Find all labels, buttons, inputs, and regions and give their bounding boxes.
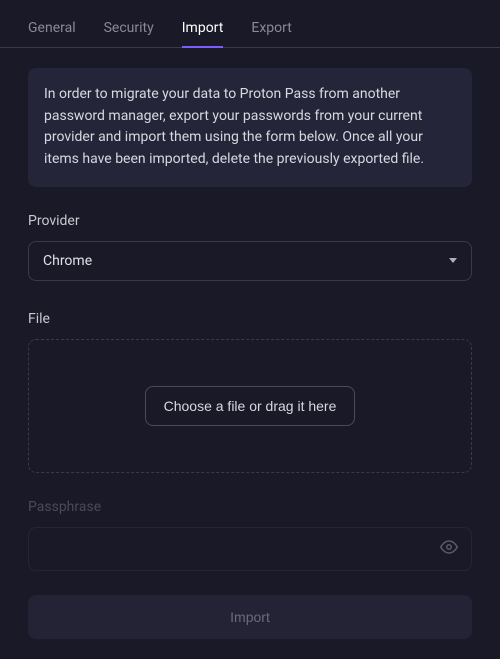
import-panel: In order to migrate your data to Proton … bbox=[0, 48, 500, 659]
import-button[interactable]: Import bbox=[28, 595, 472, 639]
passphrase-label: Passphrase bbox=[28, 499, 472, 515]
eye-icon[interactable] bbox=[440, 538, 458, 560]
import-info-text: In order to migrate your data to Proton … bbox=[28, 68, 472, 187]
tab-export[interactable]: Export bbox=[251, 10, 291, 48]
settings-tabs: General Security Import Export bbox=[0, 10, 500, 48]
tab-import[interactable]: Import bbox=[182, 10, 224, 48]
tab-general[interactable]: General bbox=[28, 10, 76, 48]
chevron-down-icon bbox=[449, 258, 457, 263]
tab-security[interactable]: Security bbox=[104, 10, 154, 48]
provider-label: Provider bbox=[28, 213, 472, 229]
passphrase-input[interactable] bbox=[28, 527, 472, 571]
file-dropzone[interactable]: Choose a file or drag it here bbox=[28, 339, 472, 473]
provider-selected-value: Chrome bbox=[43, 253, 92, 269]
provider-select[interactable]: Chrome bbox=[28, 241, 472, 281]
choose-file-button[interactable]: Choose a file or drag it here bbox=[145, 386, 356, 426]
file-label: File bbox=[28, 311, 472, 327]
